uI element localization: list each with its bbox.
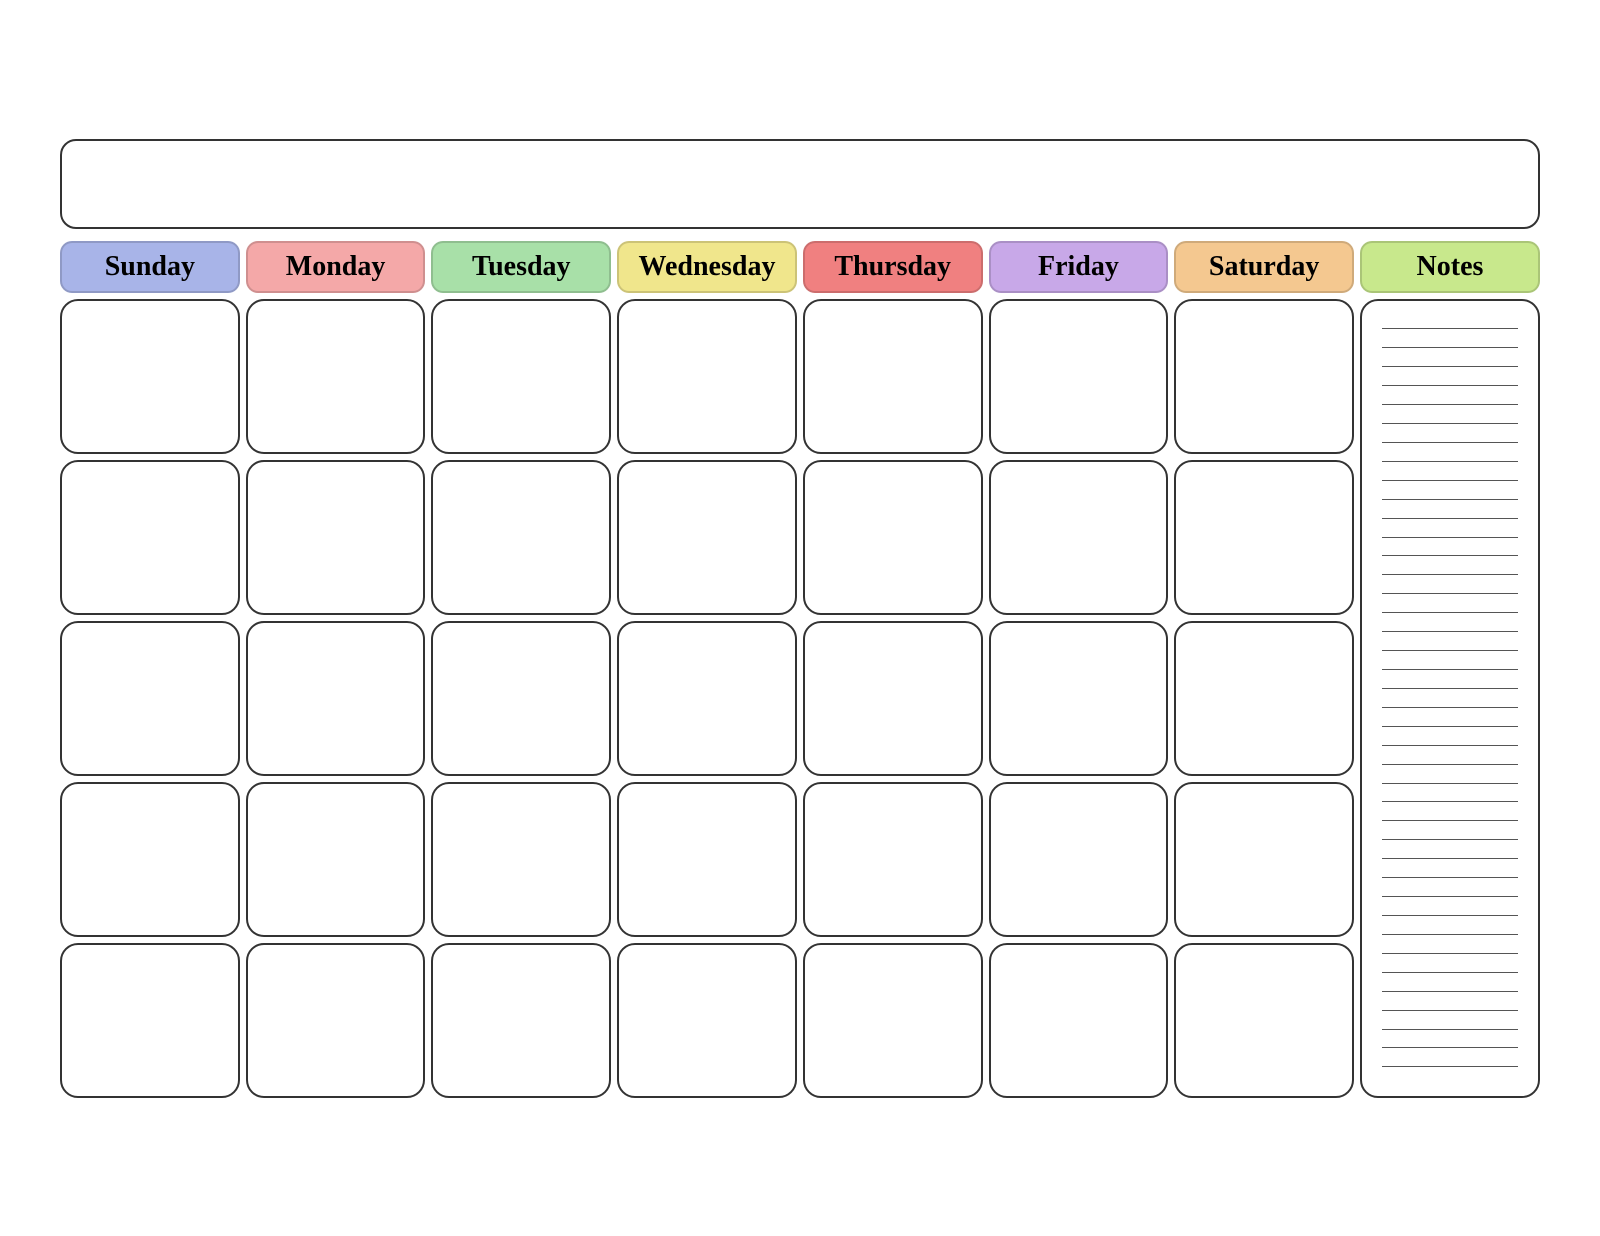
notes-line: [1382, 574, 1519, 575]
cell-row5-thu[interactable]: [803, 943, 983, 1098]
cell-row3-tue[interactable]: [431, 621, 611, 776]
notes-line: [1382, 669, 1519, 670]
notes-line: [1382, 953, 1519, 954]
cell-row5-wed[interactable]: [617, 943, 797, 1098]
cell-row3-fri[interactable]: [989, 621, 1169, 776]
cell-row2-thu[interactable]: [803, 460, 983, 615]
cell-row4-sat[interactable]: [1174, 782, 1354, 937]
notes-line: [1382, 783, 1519, 784]
calendar-wrapper: Sunday Monday Tuesday Wednesday Thursday…: [40, 119, 1560, 1118]
notes-line: [1382, 423, 1519, 424]
notes-section[interactable]: [1360, 299, 1540, 1098]
cell-row4-fri[interactable]: [989, 782, 1169, 937]
notes-line: [1382, 1010, 1519, 1011]
cell-row5-tue[interactable]: [431, 943, 611, 1098]
header-tuesday: Tuesday: [431, 241, 611, 293]
cell-row2-mon[interactable]: [246, 460, 426, 615]
cell-row2-fri[interactable]: [989, 460, 1169, 615]
notes-line: [1382, 726, 1519, 727]
cell-row1-fri[interactable]: [989, 299, 1169, 454]
calendar-grid: Sunday Monday Tuesday Wednesday Thursday…: [60, 241, 1540, 1098]
cell-row4-wed[interactable]: [617, 782, 797, 937]
cell-row2-tue[interactable]: [431, 460, 611, 615]
notes-line: [1382, 612, 1519, 613]
cell-row5-sun[interactable]: [60, 943, 240, 1098]
cell-row3-mon[interactable]: [246, 621, 426, 776]
notes-line: [1382, 442, 1519, 443]
notes-line: [1382, 877, 1519, 878]
cell-row4-mon[interactable]: [246, 782, 426, 937]
cell-row5-mon[interactable]: [246, 943, 426, 1098]
notes-line: [1382, 896, 1519, 897]
cell-row5-fri[interactable]: [989, 943, 1169, 1098]
notes-line: [1382, 934, 1519, 935]
notes-line: [1382, 499, 1519, 500]
notes-line: [1382, 839, 1519, 840]
title-bar[interactable]: [60, 139, 1540, 229]
header-wednesday: Wednesday: [617, 241, 797, 293]
notes-line: [1382, 972, 1519, 973]
notes-line: [1382, 1066, 1519, 1067]
cell-row1-mon[interactable]: [246, 299, 426, 454]
header-thursday: Thursday: [803, 241, 983, 293]
notes-line: [1382, 764, 1519, 765]
cell-row1-thu[interactable]: [803, 299, 983, 454]
notes-line: [1382, 801, 1519, 802]
cell-row4-thu[interactable]: [803, 782, 983, 937]
notes-line: [1382, 745, 1519, 746]
header-notes: Notes: [1360, 241, 1540, 293]
notes-line: [1382, 820, 1519, 821]
header-sunday: Sunday: [60, 241, 240, 293]
cell-row1-sun[interactable]: [60, 299, 240, 454]
cell-row2-wed[interactable]: [617, 460, 797, 615]
notes-line: [1382, 707, 1519, 708]
notes-line: [1382, 915, 1519, 916]
cell-row4-sun[interactable]: [60, 782, 240, 937]
cell-row2-sat[interactable]: [1174, 460, 1354, 615]
notes-line: [1382, 991, 1519, 992]
header-saturday: Saturday: [1174, 241, 1354, 293]
notes-line: [1382, 858, 1519, 859]
notes-line: [1382, 650, 1519, 651]
cell-row3-wed[interactable]: [617, 621, 797, 776]
notes-line: [1382, 631, 1519, 632]
notes-line: [1382, 555, 1519, 556]
cell-row3-sat[interactable]: [1174, 621, 1354, 776]
header-monday: Monday: [246, 241, 426, 293]
cell-row1-wed[interactable]: [617, 299, 797, 454]
notes-line: [1382, 347, 1519, 348]
notes-line: [1382, 593, 1519, 594]
cell-row1-tue[interactable]: [431, 299, 611, 454]
notes-line: [1382, 385, 1519, 386]
cell-row3-thu[interactable]: [803, 621, 983, 776]
notes-line: [1382, 366, 1519, 367]
cell-row1-sat[interactable]: [1174, 299, 1354, 454]
notes-line: [1382, 480, 1519, 481]
notes-lines: [1374, 311, 1526, 1086]
cell-row3-sun[interactable]: [60, 621, 240, 776]
cell-row5-sat[interactable]: [1174, 943, 1354, 1098]
notes-line: [1382, 518, 1519, 519]
notes-line: [1382, 1047, 1519, 1048]
cell-row2-sun[interactable]: [60, 460, 240, 615]
header-friday: Friday: [989, 241, 1169, 293]
notes-line: [1382, 328, 1519, 329]
notes-line: [1382, 404, 1519, 405]
notes-line: [1382, 537, 1519, 538]
notes-line: [1382, 1029, 1519, 1030]
notes-line: [1382, 461, 1519, 462]
notes-line: [1382, 688, 1519, 689]
cell-row4-tue[interactable]: [431, 782, 611, 937]
